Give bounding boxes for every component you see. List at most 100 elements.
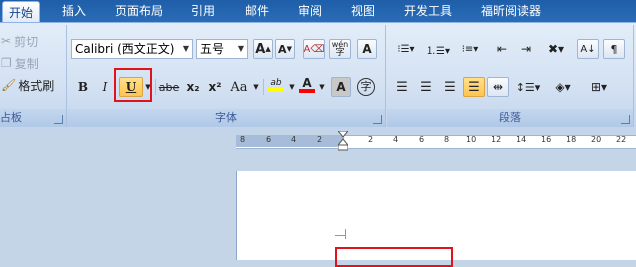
ribbon-tab-bar: 开始 插入 页面布局 引用 邮件 审阅 视图 开发工具 福昕阅读器 bbox=[0, 0, 636, 23]
strikethrough-button[interactable]: abe bbox=[157, 77, 181, 97]
character-border-icon: A bbox=[362, 42, 372, 56]
chevron-down-icon: ▼ bbox=[237, 44, 244, 53]
superscript-icon: x² bbox=[208, 80, 222, 94]
borders-icon: ⊞▾ bbox=[590, 80, 608, 94]
font-color-bar bbox=[299, 89, 315, 93]
ruler-tick-label: 6 bbox=[266, 135, 272, 144]
paint-bucket-icon: ◈▾ bbox=[555, 80, 571, 94]
bullets-button[interactable]: ⁝☰▾ bbox=[391, 39, 421, 59]
ruler-tick-label: 2 bbox=[368, 135, 374, 144]
pilcrow-icon: ¶ bbox=[610, 42, 618, 56]
tab-foxit-reader[interactable]: 福昕阅读器 bbox=[481, 0, 541, 22]
line-spacing-icon: ↕☰▾ bbox=[515, 80, 541, 94]
margin-corner-mark bbox=[345, 229, 346, 239]
paintbrush-icon: 🖌 bbox=[1, 78, 17, 92]
font-name-combo[interactable]: Calibri (西文正文) ▼ bbox=[71, 39, 193, 59]
grow-font-button[interactable]: A ▲ bbox=[253, 39, 273, 59]
change-case-button[interactable]: Aa bbox=[227, 77, 251, 97]
font-dialog-launcher[interactable] bbox=[373, 115, 382, 124]
paragraph-dialog-launcher[interactable] bbox=[621, 115, 630, 124]
numbered-list-icon: ⒈☰▾ bbox=[426, 45, 450, 57]
bold-icon: B bbox=[77, 80, 89, 94]
multilevel-list-button[interactable]: ⁝≡▾ bbox=[455, 39, 485, 59]
chevron-down-icon: ▼ bbox=[253, 83, 259, 91]
clipboard-dialog-launcher[interactable] bbox=[54, 115, 63, 124]
strikethrough-icon: abe bbox=[158, 80, 180, 94]
format-painter-button[interactable]: 🖌 格式刷 bbox=[0, 75, 64, 95]
justify-icon: ☰ bbox=[468, 79, 480, 95]
align-left-button[interactable]: ☰ bbox=[391, 77, 413, 97]
underline-highlight-box bbox=[114, 68, 152, 102]
cut-button[interactable]: ✂ 剪切 bbox=[0, 31, 60, 51]
eraser-icon: A⌫ bbox=[303, 43, 325, 55]
ruler-tick-label: 16 bbox=[541, 135, 552, 144]
phonetic-char: 字 bbox=[335, 48, 345, 58]
asian-layout-button[interactable]: ✖▾ bbox=[541, 39, 571, 59]
highlight-button[interactable]: ab bbox=[265, 75, 287, 95]
decrease-indent-button[interactable]: ⇤ bbox=[491, 39, 513, 59]
ruler-tick-label: 12 bbox=[491, 135, 502, 144]
distributed-button[interactable]: ⇹ bbox=[487, 77, 509, 97]
italic-button[interactable]: I bbox=[95, 77, 115, 97]
sort-az-icon: A↓ bbox=[580, 43, 596, 55]
format-painter-label: 格式刷 bbox=[18, 78, 55, 93]
font-name-value: Calibri (西文正文) bbox=[75, 42, 175, 56]
line-spacing-button[interactable]: ↕☰▾ bbox=[513, 77, 543, 97]
tab-mailings[interactable]: 邮件 bbox=[245, 0, 269, 22]
ruler-tick-label: 8 bbox=[240, 135, 246, 144]
grow-font-icon: A bbox=[255, 41, 266, 57]
ribbon: ✂ 剪切 ❐ 复制 🖌 格式刷 占板 Calibri (西文正文) ▼ 五号 ▼… bbox=[0, 22, 636, 130]
italic-icon: I bbox=[102, 80, 108, 94]
font-color-button[interactable]: A bbox=[297, 75, 317, 95]
indent-marker[interactable] bbox=[336, 130, 350, 151]
justify-button[interactable]: ☰ bbox=[463, 77, 485, 97]
shrink-font-button[interactable]: A ▼ bbox=[275, 39, 295, 59]
superscript-button[interactable]: x² bbox=[205, 77, 225, 97]
scissors-icon: ✂ bbox=[1, 34, 12, 48]
separator bbox=[155, 79, 156, 95]
tab-review[interactable]: 审阅 bbox=[298, 0, 322, 22]
workspace-background bbox=[0, 151, 636, 171]
align-center-icon: ☰ bbox=[420, 79, 432, 95]
font-color-dropdown[interactable]: ▼ bbox=[317, 77, 327, 97]
align-right-button[interactable]: ☰ bbox=[439, 77, 461, 97]
clear-formatting-button[interactable]: A⌫ bbox=[303, 39, 325, 59]
margin-corner-mark bbox=[335, 235, 345, 236]
ruler-tick-label: 8 bbox=[444, 135, 450, 144]
ruler-tick-label: 22 bbox=[616, 135, 627, 144]
change-case-dropdown[interactable]: ▼ bbox=[251, 77, 261, 97]
text-highlight-box bbox=[335, 247, 453, 267]
enclose-characters-button[interactable]: 字 bbox=[355, 77, 377, 97]
tab-page-layout[interactable]: 页面布局 bbox=[115, 0, 163, 22]
tab-insert[interactable]: 插入 bbox=[62, 0, 86, 22]
increase-indent-button[interactable]: ⇥ bbox=[515, 39, 537, 59]
tab-view[interactable]: 视图 bbox=[351, 0, 375, 22]
bullet-list-icon: ⁝☰▾ bbox=[397, 43, 415, 55]
character-border-button[interactable]: A bbox=[357, 39, 377, 59]
shading-button[interactable]: ◈▾ bbox=[547, 77, 579, 97]
font-size-combo[interactable]: 五号 ▼ bbox=[196, 39, 248, 59]
bold-button[interactable]: B bbox=[73, 77, 93, 97]
tab-references[interactable]: 引用 bbox=[191, 0, 215, 22]
sort-button[interactable]: A↓ bbox=[577, 39, 599, 59]
subscript-button[interactable]: x₂ bbox=[183, 77, 203, 97]
show-formatting-marks-button[interactable]: ¶ bbox=[603, 39, 625, 59]
clipboard-group: ✂ 剪切 ❐ 复制 🖌 格式刷 占板 bbox=[0, 25, 67, 127]
tab-developer[interactable]: 开发工具 bbox=[404, 0, 452, 22]
multilevel-list-icon: ⁝≡▾ bbox=[461, 43, 479, 55]
numbering-button[interactable]: ⒈☰▾ bbox=[423, 39, 453, 59]
borders-button[interactable]: ⊞▾ bbox=[583, 77, 615, 97]
document-page[interactable] bbox=[236, 171, 636, 267]
align-center-button[interactable]: ☰ bbox=[415, 77, 437, 97]
highlight-dropdown[interactable]: ▼ bbox=[287, 77, 297, 97]
tab-home[interactable]: 开始 bbox=[2, 1, 41, 23]
separator bbox=[263, 79, 264, 95]
character-shading-button[interactable]: A bbox=[331, 77, 351, 97]
chevron-down-icon: ▼ bbox=[289, 83, 295, 91]
phonetic-guide-button[interactable]: wén 字 bbox=[329, 39, 351, 59]
ruler-tick-label: 14 bbox=[516, 135, 527, 144]
change-case-icon: Aa bbox=[230, 79, 248, 95]
copy-button[interactable]: ❐ 复制 bbox=[0, 53, 60, 73]
copy-icon: ❐ bbox=[1, 56, 12, 70]
highlight-color-bar bbox=[268, 88, 284, 92]
